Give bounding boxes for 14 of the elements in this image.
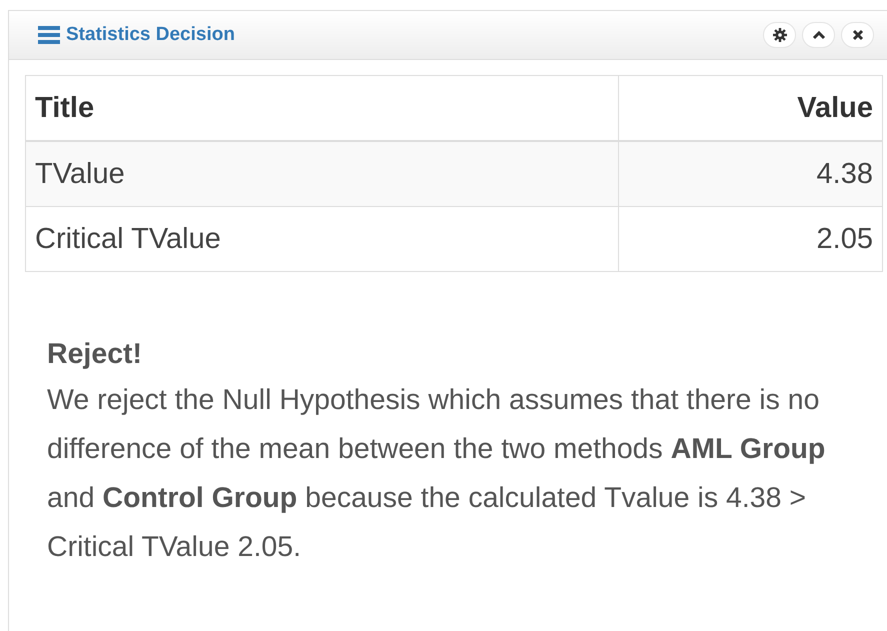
table-cell: Critical TValue <box>26 206 618 272</box>
close-icon <box>850 28 864 42</box>
decision-text: We reject the Null Hypothesis which assumes that there is no difference of the mean between the two methods AML Group and Control Group because the calculated Tvalue is 4.38 > Critical TValue 2.05. <box>47 383 826 565</box>
table-cell: TValue <box>26 141 618 206</box>
close-button[interactable] <box>841 22 874 48</box>
settings-button[interactable] <box>763 22 796 48</box>
panel-title: Statistics Decision <box>66 24 235 46</box>
chevron-up-icon <box>812 28 826 42</box>
table-cell: 4.38 <box>618 141 882 206</box>
table-cell: 2.05 <box>618 206 882 272</box>
list-icon <box>38 26 60 44</box>
gear-icon <box>772 28 786 42</box>
collapse-button[interactable] <box>802 22 835 48</box>
decision-heading: Reject! <box>47 337 144 372</box>
